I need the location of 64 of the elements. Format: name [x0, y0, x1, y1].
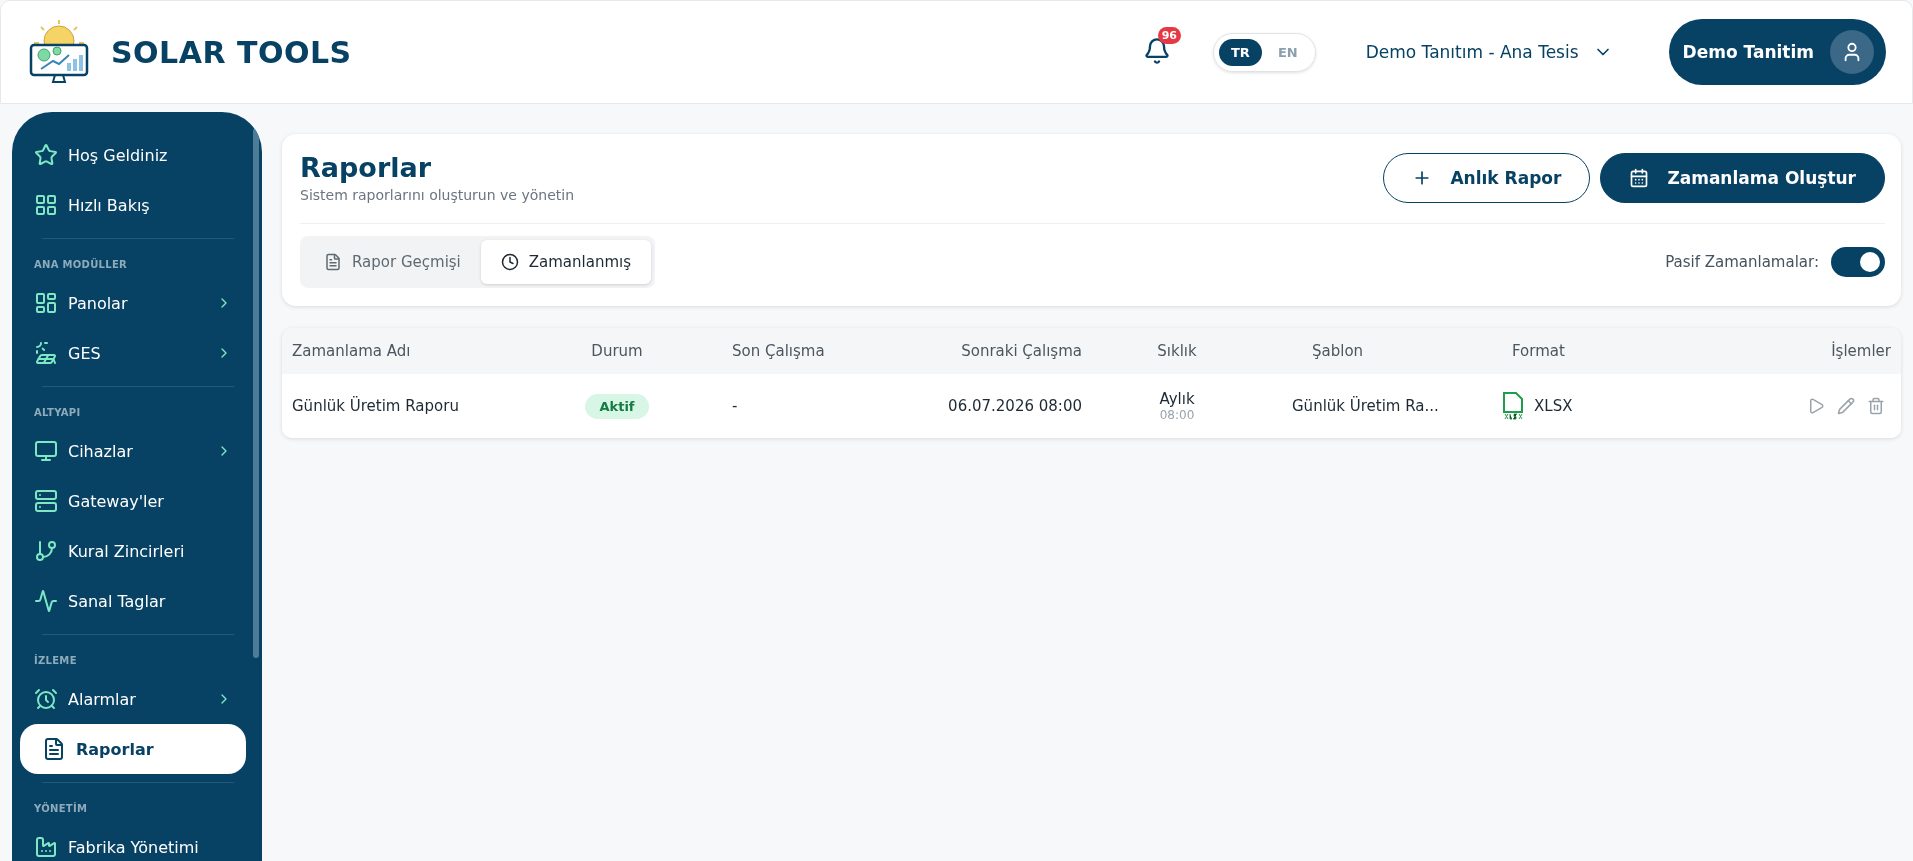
section-title: ALTYAPI [33, 406, 82, 420]
menu-icon [34, 835, 58, 859]
section-title: İZLEME [33, 653, 78, 668]
table-cell: - [732, 397, 738, 415]
calendar-icon [1629, 167, 1650, 188]
sidebar-item[interactable]: Cihazlar [20, 426, 246, 476]
section-title: ANA MODÜLLER [33, 257, 129, 272]
page-title: Raporlar [300, 152, 432, 183]
sidebar-item[interactable]: Fabrika Yönetimi [20, 822, 246, 861]
menu-icon [34, 193, 58, 217]
table-cell: Günlük Üretim Ra... [1292, 397, 1439, 415]
column-header: Şablon [1312, 342, 1364, 360]
table-cell: 06.07.2026 08:00 [948, 397, 1082, 415]
column-header: Sıklık [1157, 342, 1197, 360]
user-avatar [1830, 30, 1874, 74]
menu-icon [34, 341, 58, 365]
facility-selector[interactable]: Demo Tanıtım - Ana Tesis [1359, 41, 1619, 63]
table-cell: Aylık [1159, 390, 1195, 408]
table-cell: XLSX [1534, 397, 1573, 415]
sidebar-item[interactable]: Alarmlar [20, 674, 246, 724]
menu-icon [34, 489, 58, 513]
instant-report-button[interactable]: Anlık Rapor [1383, 152, 1591, 203]
menu-icon [34, 539, 58, 563]
toggle-label: Pasif Zamanlamalar: [1665, 253, 1819, 271]
menu-icon [34, 687, 58, 711]
sidebar-item[interactable]: Kural Zincirleri [20, 526, 246, 576]
menu-icon [42, 737, 66, 761]
bell-icon[interactable] [1143, 37, 1171, 65]
page-subtitle: Sistem raporlarını oluşturun ve yönetin [300, 187, 574, 203]
time-text: 08:00 [1159, 408, 1195, 422]
create-schedule-button[interactable]: Zamanlama Oluştur [1600, 152, 1885, 203]
toggle-switch[interactable] [1831, 247, 1885, 277]
document-icon [324, 253, 342, 271]
section-title: YÖNETİM [33, 801, 89, 816]
sidebar-item[interactable]: Sanal Taglar [20, 576, 246, 626]
sidebar-item[interactable]: Panolar [20, 278, 246, 328]
tab[interactable]: Zamanlanmış [480, 240, 652, 284]
column-header: Zamanlama Adı [292, 342, 411, 360]
language-option[interactable]: TR [1219, 38, 1262, 66]
table-cell: Günlük Üretim Raporu [292, 397, 459, 415]
menu-icon [34, 589, 58, 613]
clock-icon [500, 253, 519, 271]
column-header: Son Çalışma [732, 342, 825, 360]
notification-count: 96 [1157, 27, 1181, 44]
column-header: Durum [591, 342, 643, 360]
menu-icon [34, 143, 58, 167]
sidebar-item[interactable]: Gateway'ler [20, 476, 246, 526]
menu-icon [34, 439, 58, 463]
pencil-icon[interactable] [1837, 397, 1855, 415]
menu-icon [34, 291, 58, 315]
spreadsheet-file-icon [1502, 392, 1524, 420]
column-header: Sonraki Çalışma [961, 342, 1082, 360]
trash-icon[interactable] [1867, 397, 1885, 415]
status-badge: Aktif [585, 393, 649, 419]
sidebar-item[interactable]: Raporlar [20, 724, 246, 774]
column-header: İşlemler [1831, 342, 1891, 360]
brand-name: SOLAR TOOLS [111, 34, 352, 70]
column-header: Format [1512, 342, 1565, 360]
sidebar-item[interactable]: Hoş Geldiniz [20, 130, 246, 180]
sidebar-item[interactable]: GES [20, 328, 246, 378]
play-icon[interactable] [1807, 397, 1825, 415]
sidebar-item[interactable]: Hızlı Bakış [20, 180, 246, 230]
tab[interactable]: Rapor Geçmişi [304, 240, 481, 284]
user-menu-button[interactable]: Demo Tanitim [1668, 19, 1886, 85]
